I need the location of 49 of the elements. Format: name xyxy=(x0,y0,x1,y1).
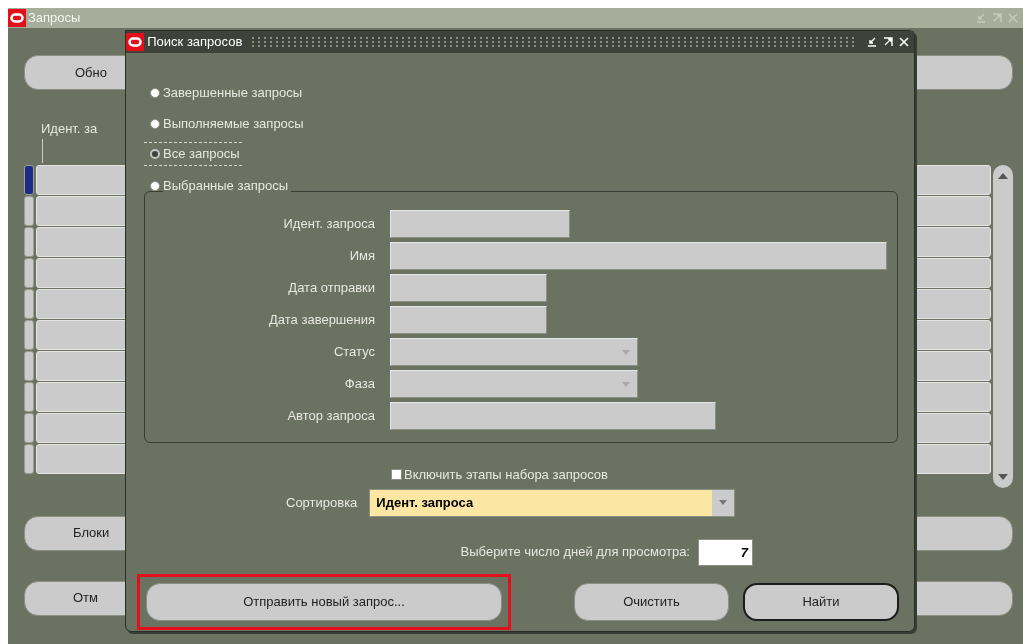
radio-button-icon[interactable] xyxy=(150,87,160,98)
record-indicator[interactable] xyxy=(24,288,34,319)
dropdown-arrow-icon[interactable] xyxy=(719,500,728,505)
record-indicator[interactable] xyxy=(24,164,34,195)
dialog-button[interactable]: Найти xyxy=(743,582,899,621)
days-input[interactable]: 7 xyxy=(698,538,753,566)
dropdown-field[interactable] xyxy=(390,370,638,398)
radio-option[interactable]: Завершенные запросы xyxy=(144,77,305,108)
dialog-button[interactable]: Очистить xyxy=(574,582,729,621)
logo-icon xyxy=(126,33,144,51)
record-indicator[interactable] xyxy=(24,381,34,412)
field-label: Статус xyxy=(332,343,375,361)
input-field[interactable] xyxy=(390,242,887,270)
radio-option[interactable]: Выполняемые запросы xyxy=(144,108,306,139)
record-indicator[interactable] xyxy=(24,412,34,443)
scroll-up-icon[interactable] xyxy=(998,172,1008,179)
record-indicator[interactable] xyxy=(24,350,34,381)
logo-icon xyxy=(8,9,26,27)
input-field[interactable] xyxy=(390,306,547,334)
field-label: Фаза xyxy=(343,375,375,393)
radio-button-icon[interactable] xyxy=(150,118,160,129)
field-label: Дата завершения xyxy=(268,311,375,329)
checkbox-option[interactable]: Включить этапы набора запросов xyxy=(391,465,914,485)
radio-button-icon[interactable] xyxy=(150,149,160,159)
record-indicator[interactable] xyxy=(24,257,34,288)
input-field[interactable] xyxy=(390,402,716,430)
record-indicator[interactable] xyxy=(24,195,34,226)
radio-button-icon[interactable] xyxy=(150,180,160,191)
record-indicator[interactable] xyxy=(24,443,34,474)
input-field[interactable] xyxy=(390,274,547,302)
column-header: Идент. за xyxy=(41,120,98,138)
input-field[interactable] xyxy=(390,210,570,238)
dialog-title: Поиск запросов xyxy=(147,33,243,52)
dialog-button[interactable]: Отправить новый запрос... xyxy=(146,582,502,621)
field-label: Дата отправки xyxy=(287,279,375,297)
checkbox[interactable] xyxy=(391,469,402,481)
sort-dropdown[interactable]: Идент. запроса xyxy=(369,488,736,517)
field-label: Имя xyxy=(348,247,375,265)
scroll-down-icon[interactable] xyxy=(998,473,1008,480)
field-label: Сортировка xyxy=(286,493,358,512)
field-label: Выберите число дней для просмотра: xyxy=(460,543,690,562)
record-indicator[interactable] xyxy=(24,319,34,350)
field-label: Идент. запроса xyxy=(282,215,375,233)
scrollbar[interactable] xyxy=(993,164,1013,488)
field-label: Автор запроса xyxy=(286,407,375,425)
window-title: Запросы xyxy=(28,9,81,28)
record-indicator[interactable] xyxy=(24,226,34,257)
dropdown-field[interactable] xyxy=(390,338,638,366)
radio-option[interactable]: Все запросы xyxy=(144,142,242,166)
